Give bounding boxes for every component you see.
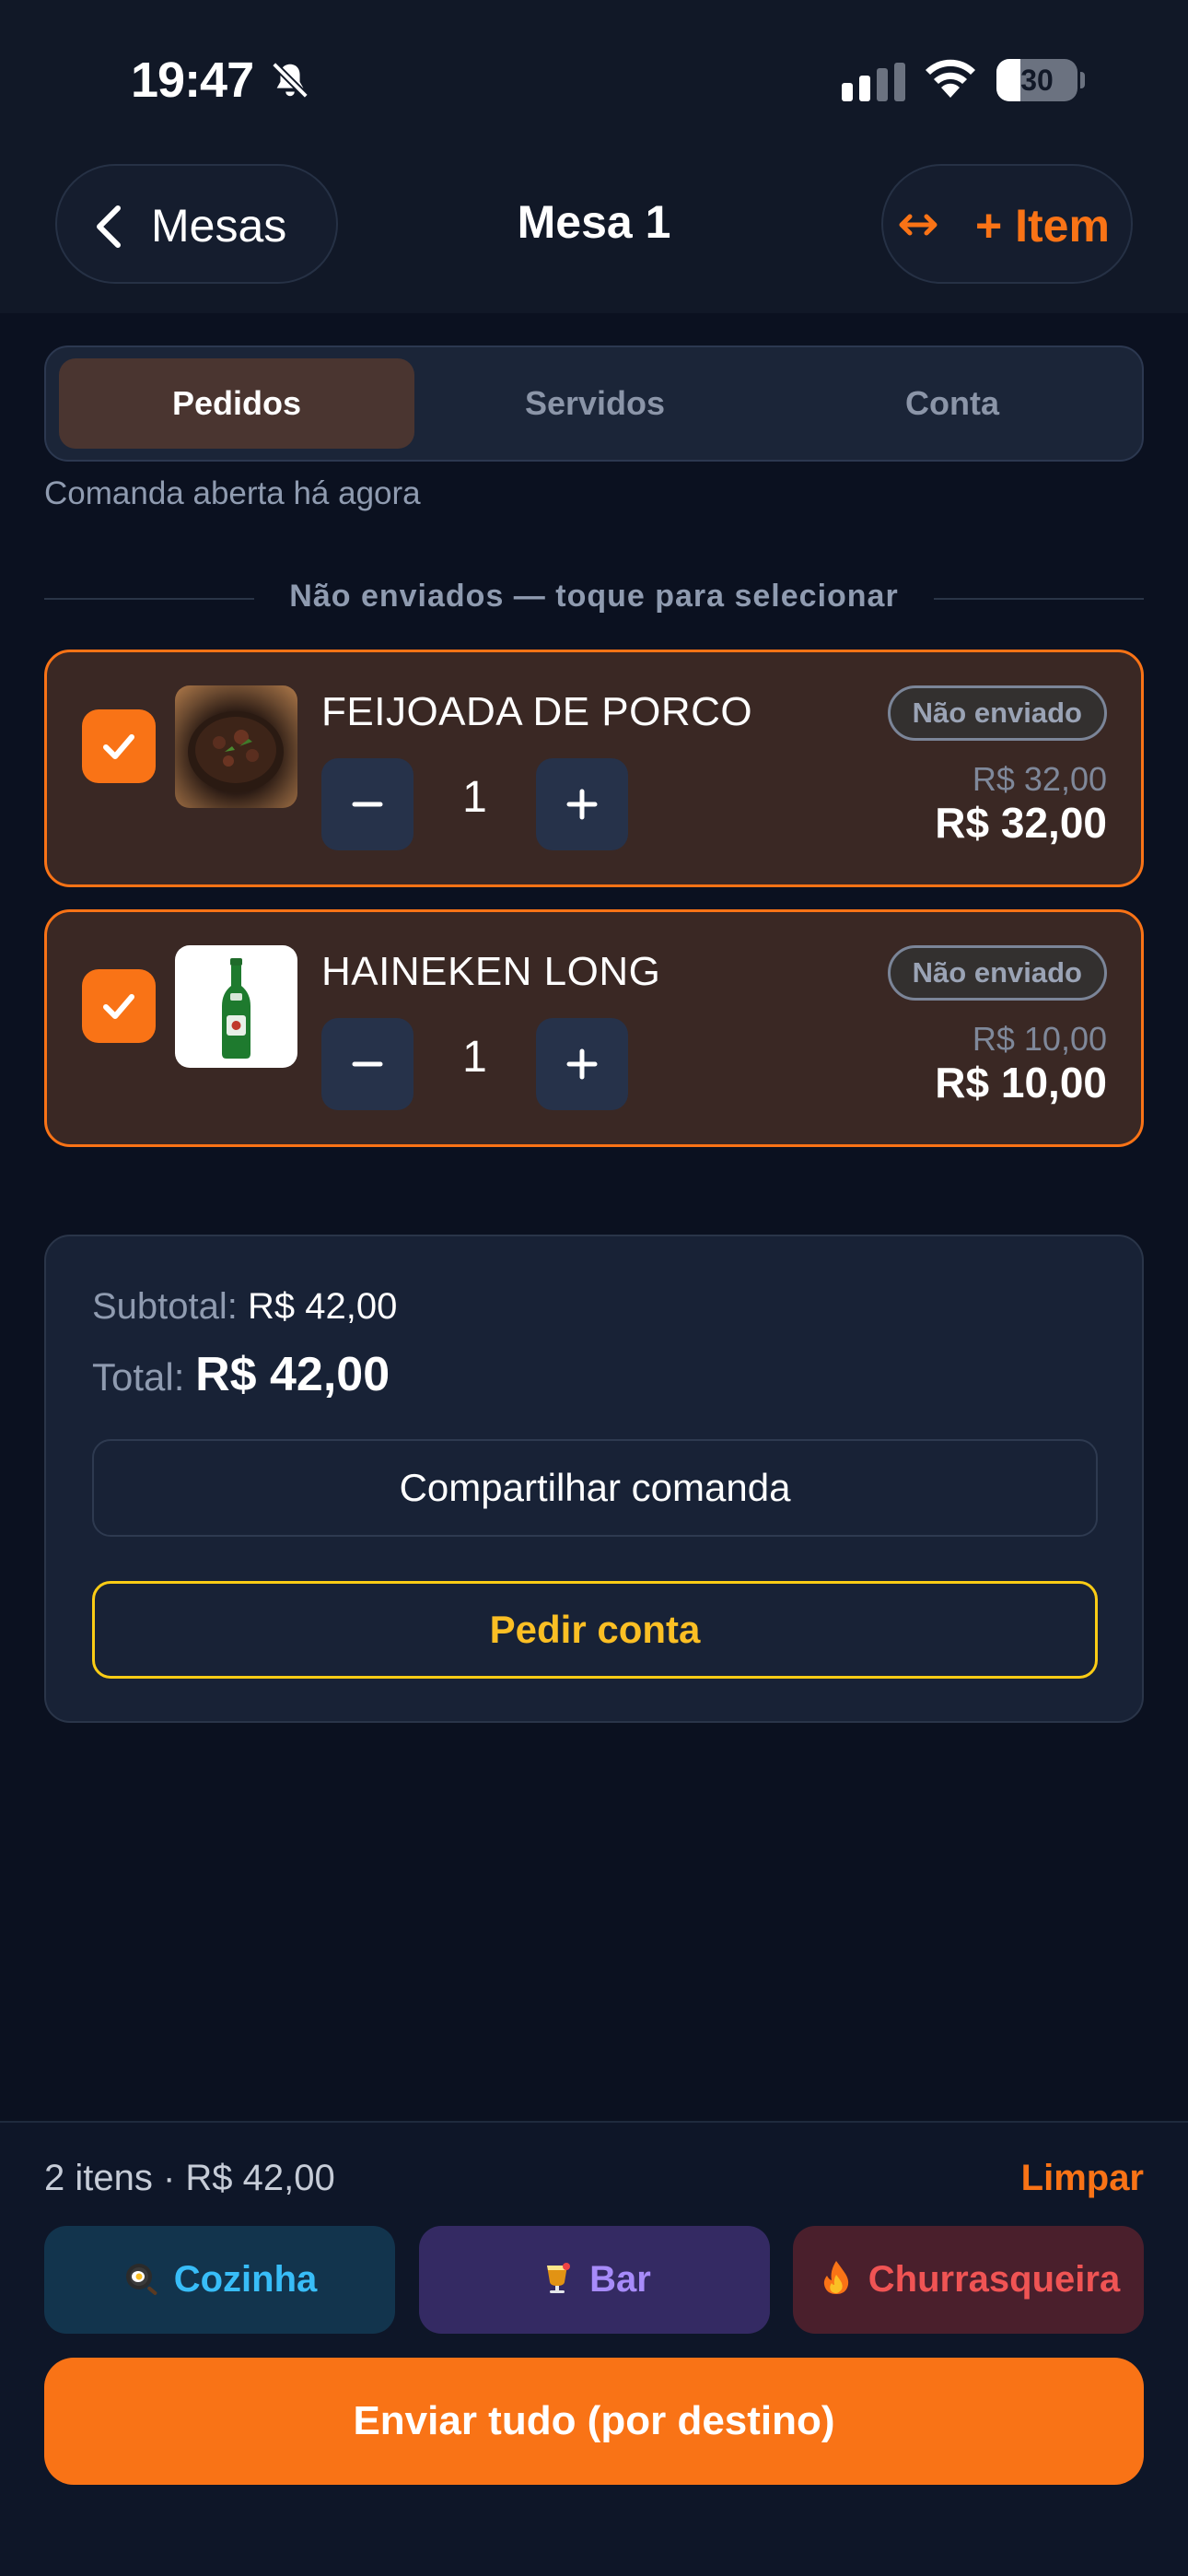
checkmark-icon: [103, 994, 134, 1019]
order-item[interactable]: HAINEKEN LONG 1 Não enviado R$ 10,00 R$ …: [44, 909, 1144, 1147]
order-screen: 19:47 30 Mesas Mesa 1 + Item Pedidos Ser…: [0, 0, 1188, 2576]
feijoada-photo: [175, 685, 297, 808]
battery-level: 30: [1020, 64, 1054, 97]
item-name: HAINEKEN LONG: [321, 949, 661, 994]
add-item-label: + Item: [975, 200, 1110, 252]
minus-icon: [352, 802, 383, 807]
divider: [934, 598, 1144, 600]
status-badge: Não enviado: [887, 945, 1107, 1001]
tab-bar: Pedidos Servidos Conta: [44, 345, 1144, 462]
selection-summary: 2 itens · R$ 42,00: [44, 2158, 335, 2198]
plus-icon: [566, 1048, 598, 1080]
destination-label: Churrasqueira: [868, 2259, 1121, 2300]
increase-quantity-button[interactable]: [536, 1018, 628, 1110]
beer-bottle-photo: [175, 945, 297, 1068]
subtotal-value: R$ 42,00: [248, 1286, 398, 1327]
order-summary: Subtotal: R$ 42,00 Total: R$ 42,00 Compa…: [44, 1235, 1144, 1723]
share-order-button[interactable]: Compartilhar comanda: [92, 1439, 1098, 1537]
fire-icon: [823, 2261, 848, 2295]
request-bill-button[interactable]: Pedir conta: [92, 1581, 1098, 1679]
unit-price: R$ 32,00: [972, 760, 1107, 798]
minus-icon: [352, 1061, 383, 1067]
decrease-quantity-button[interactable]: [321, 1018, 413, 1110]
unit-price: R$ 10,00: [972, 1020, 1107, 1058]
signal-icon: [842, 63, 905, 101]
status-bar: 19:47 30: [0, 0, 1188, 157]
status-time: 19:47: [131, 53, 254, 108]
order-item[interactable]: FEIJOADA DE PORCO 1 Não enviado R$ 32,00…: [44, 650, 1144, 887]
total-label: Total:: [92, 1355, 185, 1399]
header: Mesas Mesa 1 + Item: [0, 157, 1188, 313]
total-value: R$ 42,00: [195, 1348, 390, 1401]
item-quantity: 1: [462, 773, 487, 822]
frying-pan-icon: [125, 2264, 157, 2296]
cocktail-icon: [547, 2263, 571, 2294]
item-checkbox[interactable]: [82, 969, 156, 1043]
tab-pedidos[interactable]: Pedidos: [59, 358, 414, 449]
section-label: Não enviados — toque para selecionar: [289, 579, 899, 614]
item-quantity: 1: [462, 1033, 487, 1082]
send-all-button[interactable]: Enviar tudo (por destino): [44, 2358, 1144, 2485]
line-total: R$ 32,00: [935, 799, 1107, 847]
bell-muted-icon: [272, 62, 309, 99]
swap-arrows-icon[interactable]: [895, 206, 941, 243]
destination-label: Bar: [589, 2259, 651, 2300]
add-item-button[interactable]: + Item: [881, 164, 1133, 284]
order-open-note: Comanda aberta há agora: [44, 475, 421, 511]
send-to-kitchen-button[interactable]: Cozinha: [44, 2226, 395, 2334]
subtotal-row: Subtotal: R$ 42,00: [92, 1286, 397, 1328]
increase-quantity-button[interactable]: [536, 758, 628, 850]
tab-servidos[interactable]: Servidos: [417, 358, 773, 449]
wifi-icon: [926, 59, 975, 98]
divider: [44, 598, 254, 600]
send-to-bar-button[interactable]: Bar: [419, 2226, 770, 2334]
clear-selection-button[interactable]: Limpar: [1021, 2158, 1144, 2199]
item-checkbox[interactable]: [82, 709, 156, 783]
battery-indicator: 30: [996, 59, 1085, 101]
destination-label: Cozinha: [173, 2259, 318, 2300]
plus-icon: [566, 789, 598, 820]
subtotal-label: Subtotal:: [92, 1286, 238, 1327]
checkmark-icon: [103, 734, 134, 759]
tab-conta[interactable]: Conta: [775, 358, 1130, 449]
bottom-action-bar: 2 itens · R$ 42,00 Limpar Cozinha Bar Ch…: [0, 2121, 1188, 2576]
decrease-quantity-button[interactable]: [321, 758, 413, 850]
status-badge: Não enviado: [887, 685, 1107, 741]
line-total: R$ 10,00: [935, 1059, 1107, 1107]
total-row: Total: R$ 42,00: [92, 1347, 390, 1402]
send-to-grill-button[interactable]: Churrasqueira: [793, 2226, 1144, 2334]
item-name: FEIJOADA DE PORCO: [321, 689, 753, 734]
